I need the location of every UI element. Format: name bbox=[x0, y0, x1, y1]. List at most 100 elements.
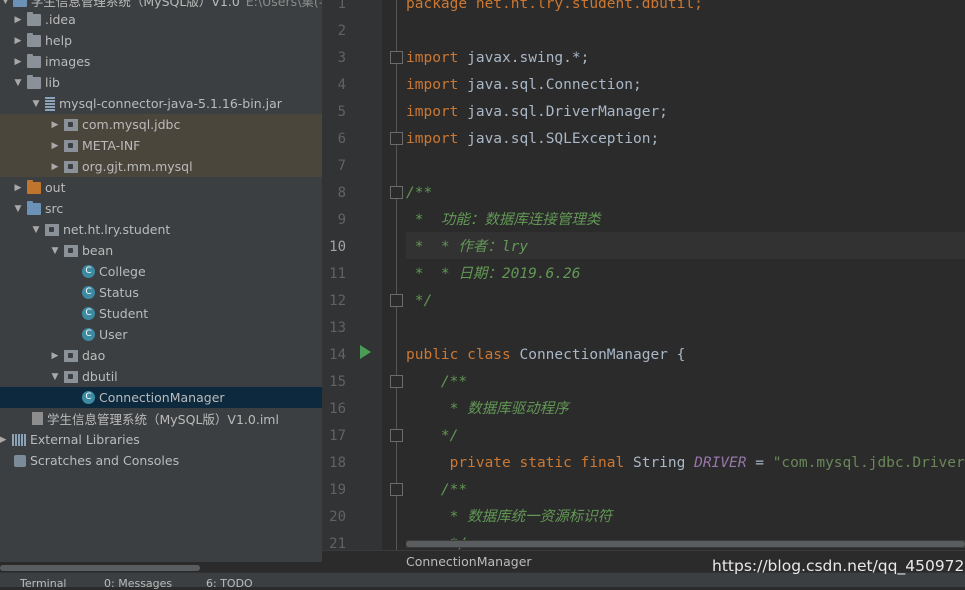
tree-item-dao[interactable]: ▶ dao bbox=[0, 345, 322, 366]
chevron-down-icon[interactable]: ▼ bbox=[13, 78, 23, 88]
tree-item-org-gjt-mm-mysql[interactable]: ▶ org.gjt.mm.mysql bbox=[0, 156, 322, 177]
chevron-right-icon[interactable]: ▶ bbox=[50, 162, 60, 172]
breadcrumb-item[interactable]: ConnectionManager bbox=[406, 554, 532, 569]
package-icon bbox=[64, 118, 78, 131]
tree-item-com-mysql-jdbc[interactable]: ▶ com.mysql.jdbc bbox=[0, 114, 322, 135]
line-number: 11 bbox=[329, 266, 346, 282]
fold-icon[interactable] bbox=[390, 294, 403, 307]
line-number: 3 bbox=[337, 50, 346, 66]
tree-item-meta-inf[interactable]: ▶ META-INF bbox=[0, 135, 322, 156]
tree-item-college[interactable]: C College bbox=[0, 261, 322, 282]
code-line-4[interactable]: import java.sql.Connection; bbox=[406, 72, 642, 99]
scratches-icon bbox=[14, 454, 26, 467]
chevron-right-icon[interactable]: ▶ bbox=[50, 351, 60, 361]
class-icon: C bbox=[82, 265, 95, 278]
tree-item-bean[interactable]: ▼ bean bbox=[0, 240, 322, 261]
line-number: 2 bbox=[337, 23, 346, 39]
fold-icon[interactable] bbox=[390, 132, 403, 145]
code-line-5[interactable]: import java.sql.DriverManager; bbox=[406, 99, 668, 126]
tree-item-mysql-jar[interactable]: ▼ mysql-connector-java-5.1.16-bin.jar bbox=[0, 93, 322, 114]
tree-item-iml-file[interactable]: 学生信息管理系统（MySQL版）V1.0.iml bbox=[0, 408, 322, 429]
chevron-right-icon[interactable]: ▶ bbox=[50, 141, 60, 151]
code-line-11[interactable]: * * 日期：2019.6.26 bbox=[406, 261, 581, 288]
tree-item-src[interactable]: ▼ src bbox=[0, 198, 322, 219]
tree-item-lib[interactable]: ▼ lib bbox=[0, 72, 322, 93]
fold-icon[interactable] bbox=[390, 429, 403, 442]
line-number: 18 bbox=[329, 455, 346, 471]
package-icon bbox=[64, 349, 78, 362]
tab-terminal[interactable]: Terminal bbox=[20, 577, 67, 590]
tree-item-user[interactable]: C User bbox=[0, 324, 322, 345]
scrollbar-thumb[interactable] bbox=[406, 541, 965, 547]
watermark-text: https://blog.csdn.net/qq_45097228 bbox=[712, 557, 965, 575]
code-line-12[interactable]: */ bbox=[406, 288, 432, 315]
code-line-15[interactable]: /** bbox=[406, 369, 467, 396]
fold-gutter bbox=[382, 0, 406, 550]
chevron-down-icon[interactable]: ▼ bbox=[31, 225, 41, 235]
project-tree-panel: ▼ 学生信息管理系统（MySQL版）V1.0 E:\Users\集(学 ▶ .i… bbox=[0, 0, 322, 562]
chevron-down-icon[interactable]: ▼ bbox=[50, 246, 60, 256]
tree-item-external-libraries[interactable]: ▶ External Libraries bbox=[0, 429, 322, 450]
code-line-1[interactable]: package net.ht.lry.student.dbutil; bbox=[406, 0, 703, 18]
chevron-down-icon[interactable]: ▼ bbox=[2, 0, 9, 6]
line-number: 8 bbox=[337, 185, 346, 201]
iml-file-icon bbox=[32, 412, 43, 425]
tree-item-idea[interactable]: ▶ .idea bbox=[0, 9, 322, 30]
source-folder-icon bbox=[27, 200, 41, 215]
code-line-17[interactable]: */ bbox=[406, 423, 458, 450]
tree-horizontal-scrollbar[interactable] bbox=[0, 565, 200, 571]
line-number: 17 bbox=[329, 428, 346, 444]
editor-horizontal-scrollbar[interactable] bbox=[406, 540, 965, 548]
tree-item-connectionmanager[interactable]: C ConnectionManager bbox=[0, 387, 322, 408]
tree-item-student[interactable]: C Student bbox=[0, 303, 322, 324]
tree-item-dbutil[interactable]: ▼ dbutil bbox=[0, 366, 322, 387]
run-icon[interactable] bbox=[360, 345, 371, 359]
tree-item-scratches[interactable]: Scratches and Consoles bbox=[0, 450, 322, 471]
project-folder-icon bbox=[12, 0, 27, 7]
line-number: 20 bbox=[329, 509, 346, 525]
line-number: 13 bbox=[329, 320, 346, 336]
line-number: 12 bbox=[329, 293, 346, 309]
line-number: 9 bbox=[337, 212, 346, 228]
package-icon bbox=[64, 160, 78, 173]
code-line-8[interactable]: /** bbox=[406, 180, 432, 207]
chevron-right-icon[interactable]: ▶ bbox=[13, 15, 23, 25]
code-line-18[interactable]: private static final String DRIVER = "co… bbox=[406, 450, 965, 477]
tree-item-net-ht-lry-student[interactable]: ▼ net.ht.lry.student bbox=[0, 219, 322, 240]
line-number: 6 bbox=[337, 131, 346, 147]
line-number-current: 10 bbox=[329, 239, 346, 255]
chevron-right-icon[interactable]: ▶ bbox=[50, 120, 60, 130]
fold-icon[interactable] bbox=[390, 51, 403, 64]
chevron-down-icon[interactable]: ▼ bbox=[31, 99, 41, 109]
code-line-10[interactable]: * * 作者：lry bbox=[406, 234, 528, 261]
chevron-right-icon[interactable]: ▶ bbox=[13, 183, 23, 193]
tree-item-status[interactable]: C Status bbox=[0, 282, 322, 303]
tab-todo[interactable]: 6: TODO bbox=[206, 577, 253, 590]
fold-icon[interactable] bbox=[390, 483, 403, 496]
chevron-right-icon[interactable]: ▶ bbox=[0, 435, 8, 445]
chevron-down-icon[interactable]: ▼ bbox=[13, 204, 23, 214]
folder-icon bbox=[27, 32, 41, 47]
code-line-14[interactable]: public class ConnectionManager { bbox=[406, 342, 685, 369]
tree-item-out[interactable]: ▶ out bbox=[0, 177, 322, 198]
code-line-20[interactable]: * 数据库统一资源标识符 bbox=[406, 504, 612, 531]
package-icon bbox=[64, 370, 78, 383]
code-line-3[interactable]: import javax.swing.*; bbox=[406, 45, 589, 72]
fold-icon[interactable] bbox=[390, 375, 403, 388]
tab-messages[interactable]: 0: Messages bbox=[104, 577, 172, 590]
code-line-19[interactable]: /** bbox=[406, 477, 467, 504]
chevron-down-icon[interactable]: ▼ bbox=[50, 372, 60, 382]
chevron-right-icon[interactable]: ▶ bbox=[13, 36, 23, 46]
chevron-right-icon[interactable]: ▶ bbox=[13, 57, 23, 67]
line-number: 4 bbox=[337, 77, 346, 93]
class-icon: C bbox=[82, 286, 95, 299]
class-icon: C bbox=[82, 328, 95, 341]
fold-icon[interactable] bbox=[390, 186, 403, 199]
code-line-6[interactable]: import java.sql.SQLException; bbox=[406, 126, 659, 153]
code-line-9[interactable]: * 功能：数据库连接管理类 bbox=[406, 207, 601, 234]
line-number: 1 bbox=[337, 0, 346, 12]
tree-item-help[interactable]: ▶ help bbox=[0, 30, 322, 51]
tree-item-images[interactable]: ▶ images bbox=[0, 51, 322, 72]
folder-icon bbox=[27, 179, 41, 194]
code-line-16[interactable]: * 数据库驱动程序 bbox=[406, 396, 569, 423]
